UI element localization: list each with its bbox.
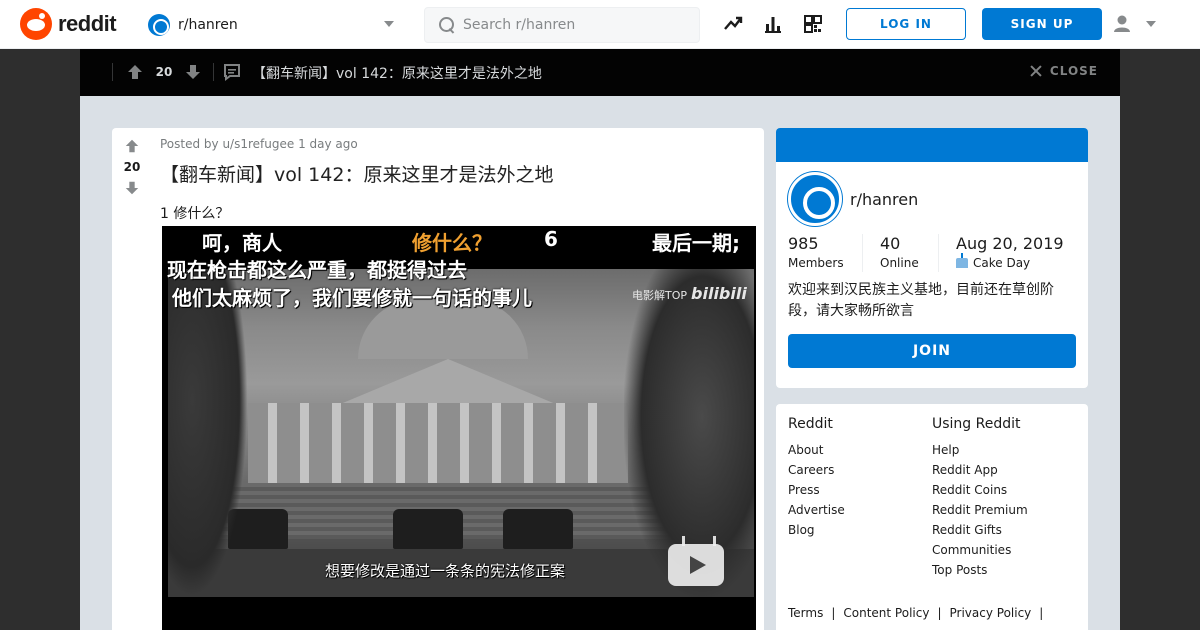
community-name[interactable]: r/hanren (850, 190, 918, 209)
qr-icon[interactable] (802, 13, 824, 35)
privacy-policy-link[interactable]: Privacy Policy (950, 606, 1032, 620)
video-frame (168, 269, 754, 597)
community-card: r/hanren 985 Members 40 Online Aug 20, 2… (776, 128, 1088, 388)
content-policy-link[interactable]: Content Policy (843, 606, 929, 620)
video-caption: 最后一期; (652, 231, 740, 255)
user-menu[interactable] (1112, 12, 1162, 36)
footer-link[interactable]: Help (932, 440, 1028, 460)
cake-icon (956, 253, 968, 268)
downvote-icon[interactable] (124, 180, 140, 200)
footer-link[interactable]: Reddit Coins (932, 480, 1028, 500)
video-caption: 6 (544, 227, 558, 251)
divider (213, 63, 214, 81)
footer-link[interactable]: Top Posts (932, 560, 1028, 580)
footer-col-reddit: Reddit About Careers Press Advertise Blo… (788, 416, 845, 540)
reddit-logo-icon (20, 8, 52, 40)
community-icon (788, 172, 842, 226)
post-overlay-bar: 20 【翻车新闻】vol 142：原来这里才是法外之地 CLOSE (80, 49, 1120, 96)
upvote-icon[interactable] (126, 63, 144, 85)
post-card: 20 Posted by u/s1refugee 1 day ago 【翻车新闻… (112, 128, 764, 630)
post-bar-title: 【翻车新闻】vol 142：原来这里才是法外之地 (252, 66, 542, 82)
close-label: CLOSE (1049, 64, 1098, 78)
logo-text: reddit (58, 11, 117, 36)
post-bar-score: 20 (155, 65, 173, 79)
cake-day-stat: Aug 20, 2019 Cake Day (956, 234, 1064, 270)
user-icon (1114, 15, 1130, 32)
login-button[interactable]: LOG IN (846, 8, 966, 40)
footer-link[interactable]: Reddit Gifts (932, 520, 1028, 540)
legal-links: Terms | Content Policy | Privacy Policy | (788, 606, 1044, 620)
post-body: 1 修什么？ (160, 206, 230, 222)
play-icon[interactable] (668, 544, 724, 586)
footer-link[interactable]: Reddit App (932, 460, 1028, 480)
chevron-down-icon (1146, 21, 1156, 27)
video-player[interactable]: 呵，商人 修什么？ 6 最后一期; 现在枪击都这么严重，都挺得过去 他们太麻烦了… (162, 226, 756, 630)
video-watermark: 电影解TOP bilibili (632, 284, 747, 303)
video-caption: 他们太麻烦了，我们要修就一句话的事儿 (172, 286, 532, 310)
comment-icon (223, 63, 241, 85)
community-switcher[interactable]: r/hanren (148, 11, 400, 39)
footer-links-card: Reddit About Careers Press Advertise Blo… (776, 404, 1088, 630)
community-switcher-label: r/hanren (178, 17, 238, 33)
close-button[interactable]: CLOSE (1030, 64, 1098, 78)
online-stat: 40 Online (880, 234, 919, 270)
search-icon (439, 17, 455, 33)
join-button[interactable]: JOIN (788, 334, 1076, 368)
video-subtitle: 想要修改是通过一条条的宪法修正案 (325, 562, 566, 580)
terms-link[interactable]: Terms (788, 606, 823, 620)
footer-col-title: Using Reddit (932, 416, 1021, 432)
members-stat: 985 Members (788, 234, 844, 270)
chevron-down-icon (384, 21, 394, 27)
footer-link[interactable]: Blog (788, 520, 845, 540)
video-caption: 修什么？ (412, 231, 492, 255)
footer-col-using-reddit: Using Reddit Help Reddit App Reddit Coin… (932, 416, 1028, 580)
close-icon (1030, 65, 1042, 77)
community-banner (776, 128, 1088, 162)
community-description: 欢迎来到汉民族主义基地，目前还在草创阶段，请大家畅所欲言 (788, 282, 1054, 319)
video-caption: 呵，商人 (202, 231, 282, 255)
video-caption: 现在枪击都这么严重，都挺得过去 (167, 258, 467, 282)
search-input[interactable] (463, 17, 683, 33)
footer-link[interactable]: Advertise (788, 500, 845, 520)
divider (112, 63, 113, 81)
footer-link[interactable]: Reddit Premium (932, 500, 1028, 520)
post-meta: Posted by u/s1refugee 1 day ago (160, 137, 358, 151)
post-score: 20 (123, 160, 141, 174)
footer-link[interactable]: About (788, 440, 845, 460)
footer-link[interactable]: Communities (932, 540, 1028, 560)
search-bar[interactable] (424, 7, 700, 43)
reddit-logo[interactable]: reddit (20, 8, 117, 40)
footer-col-title: Reddit (788, 416, 833, 432)
main-content: 20 Posted by u/s1refugee 1 day ago 【翻车新闻… (80, 96, 1120, 630)
upvote-icon[interactable] (124, 138, 140, 158)
top-header: reddit r/hanren LOG IN SIGN UP (0, 0, 1200, 49)
trending-icon[interactable] (722, 13, 744, 35)
signup-button[interactable]: SIGN UP (982, 8, 1102, 40)
post-title: 【翻车新闻】vol 142：原来这里才是法外之地 (160, 164, 554, 186)
footer-link[interactable]: Press (788, 480, 845, 500)
downvote-icon[interactable] (184, 63, 202, 85)
footer-link[interactable]: Careers (788, 460, 845, 480)
stats-icon[interactable] (762, 13, 784, 35)
community-icon (148, 14, 170, 36)
